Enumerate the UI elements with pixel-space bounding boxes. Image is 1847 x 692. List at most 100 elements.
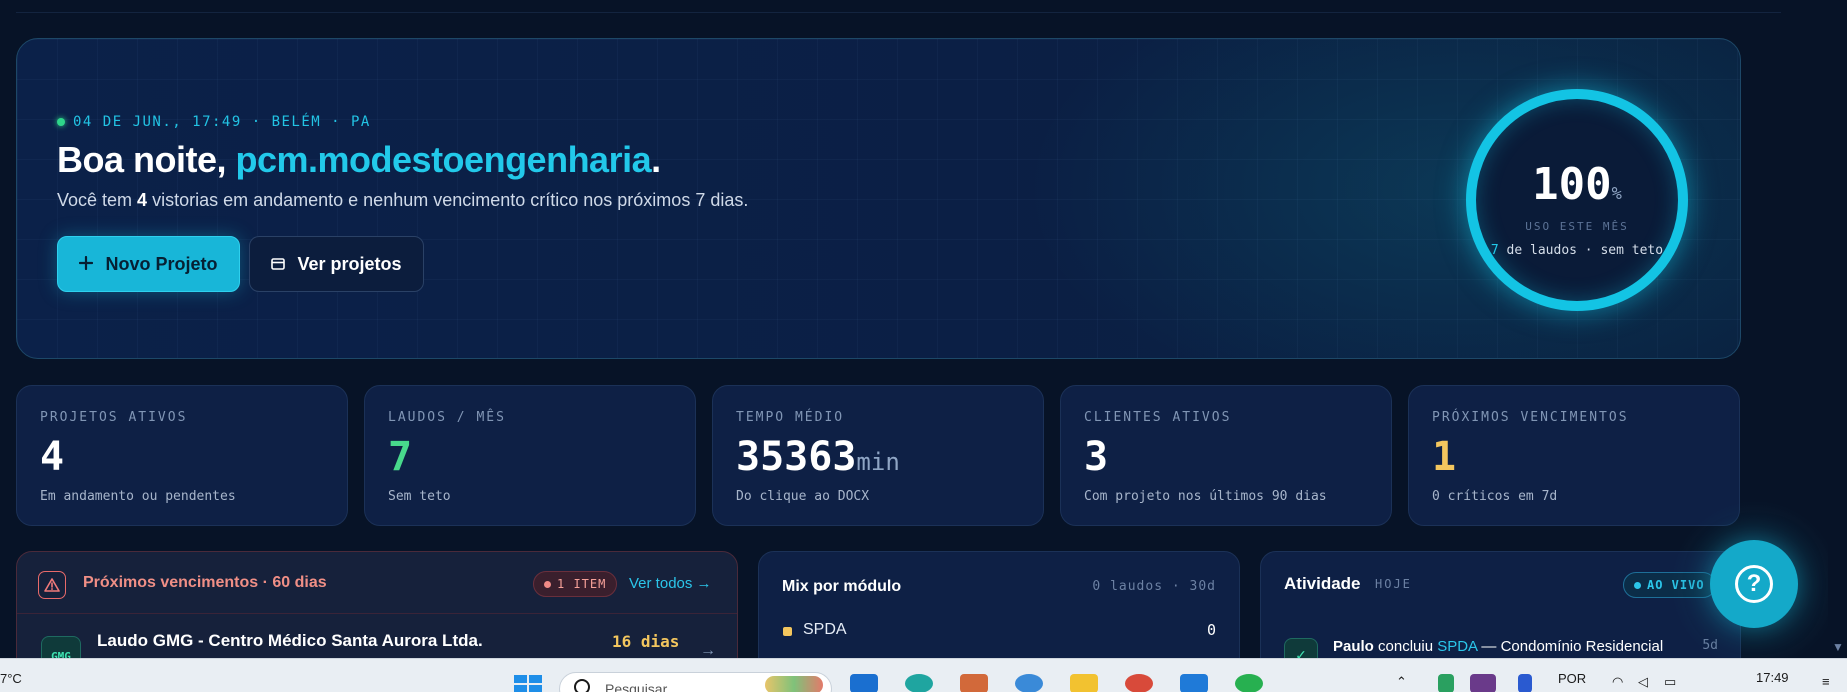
hero-datetime-location: 04 DE JUN., 17:49 · BELÉM · PA xyxy=(57,114,371,130)
windows-start-icon[interactable] xyxy=(514,675,542,692)
weather-temperature[interactable]: 7°C xyxy=(0,671,22,686)
usage-caption: USO ESTE MÊS xyxy=(1525,220,1629,233)
activity-entry[interactable]: Paulo concluiu SPDA — Condomínio Residen… xyxy=(1333,638,1663,655)
usage-detail: 7 de laudos · sem teto xyxy=(1476,243,1678,258)
stat-description: Em andamento ou pendentes xyxy=(40,489,236,504)
stat-number: 4 xyxy=(40,434,65,480)
stat-card-reports-month[interactable]: LAUDOS / MÊS 7 Sem teto xyxy=(364,385,696,526)
page-scrollbar[interactable] xyxy=(1828,0,1847,658)
activity-verb: concluiu xyxy=(1373,638,1438,655)
module-mix-meta: 0 laudos · 30d xyxy=(1092,579,1216,594)
tray-k-icon[interactable] xyxy=(1438,674,1454,692)
usage-detail-text: de laudos · sem teto xyxy=(1498,243,1664,258)
stat-label: TEMPO MÉDIO xyxy=(736,410,845,425)
stat-label: LAUDOS / MÊS xyxy=(388,410,506,425)
claude-icon[interactable] xyxy=(960,674,988,692)
top-divider xyxy=(16,12,1781,13)
badge-text: 1 ITEM xyxy=(557,577,607,591)
question-mark-icon: ? xyxy=(1735,565,1773,603)
expiration-item-title[interactable]: Laudo GMG - Centro Médico Santa Aurora L… xyxy=(97,631,483,651)
outlook-icon[interactable] xyxy=(850,674,878,692)
taskbar-clock[interactable]: 17:49 xyxy=(1756,670,1789,685)
help-button[interactable]: ? xyxy=(1710,540,1798,628)
notification-icon[interactable]: ≡ xyxy=(1822,674,1830,689)
view-projects-button[interactable]: Ver projetos xyxy=(249,236,424,292)
summary-pre: Você tem xyxy=(57,190,138,210)
expirations-header: Próximos vencimentos · 60 dias 1 ITEM Ve… xyxy=(17,552,737,614)
alert-dot-icon xyxy=(544,580,551,588)
greeting-title: Boa noite, pcm.modestoengenharia. xyxy=(57,139,661,181)
legend-square-icon xyxy=(783,627,792,636)
file-explorer-icon[interactable] xyxy=(1070,674,1098,692)
volume-icon[interactable]: ◁ xyxy=(1638,674,1648,690)
activity-module: SPDA xyxy=(1437,638,1478,655)
stat-value: 35363min xyxy=(736,434,900,480)
stat-card-active-clients[interactable]: CLIENTES ATIVOS 3 Com projeto nos último… xyxy=(1060,385,1392,526)
summary-post: vistorias em andamento e nenhum vencimen… xyxy=(147,190,749,210)
expirations-count-badge: 1 ITEM xyxy=(533,571,618,597)
usage-value: 100 xyxy=(1532,159,1612,210)
whatsapp-icon[interactable] xyxy=(1235,674,1263,692)
stat-label: PRÓXIMOS VENCIMENTOS xyxy=(1432,410,1629,425)
folder-icon xyxy=(271,254,286,275)
module-mix-item-label: SPDA xyxy=(803,621,847,638)
activity-title: Atividade xyxy=(1284,574,1361,593)
stat-description: Sem teto xyxy=(388,489,451,504)
vscode-icon[interactable] xyxy=(1180,674,1208,692)
stat-label: CLIENTES ATIVOS xyxy=(1084,410,1232,425)
taskbar-search[interactable]: Pesquisar xyxy=(559,672,832,692)
expirations-title: Próximos vencimentos · 60 dias xyxy=(83,574,327,591)
windows-taskbar: 7°C Pesquisar ⌃ POR ◠ ◁ ▭ 17:49 ≡ xyxy=(0,658,1847,692)
usage-percent: 100% xyxy=(1476,159,1678,210)
new-project-label: Novo Projeto xyxy=(105,253,218,274)
new-project-button[interactable]: Novo Projeto xyxy=(57,236,240,292)
stat-value: 7 xyxy=(388,434,412,480)
tray-chevron-up-icon[interactable]: ⌃ xyxy=(1396,674,1407,690)
stat-description: Do clique ao DOCX xyxy=(736,489,870,504)
stat-unit: min xyxy=(856,448,900,476)
stat-value: 4 xyxy=(40,434,64,480)
module-mix-item-count: 0 xyxy=(1206,621,1216,639)
greeting-period: . xyxy=(651,139,661,180)
battery-icon[interactable]: ▭ xyxy=(1664,674,1676,690)
summary-count: 4 xyxy=(137,190,148,210)
search-highlight-icon xyxy=(765,676,823,692)
wifi-icon[interactable]: ◠ xyxy=(1612,674,1623,690)
online-dot-icon xyxy=(57,118,65,126)
powershell-icon[interactable] xyxy=(1015,674,1043,692)
stat-card-upcoming-expirations[interactable]: PRÓXIMOS VENCIMENTOS 1 0 críticos em 7d xyxy=(1408,385,1740,526)
stat-card-active-projects[interactable]: PROJETOS ATIVOS 4 Em andamento ou penden… xyxy=(16,385,348,526)
greeting-username: pcm.modestoengenharia xyxy=(235,139,652,180)
activity-actor: Paulo xyxy=(1333,638,1374,655)
plus-icon xyxy=(79,254,94,275)
tray-bluetooth-icon[interactable] xyxy=(1518,674,1532,692)
usage-count: 7 xyxy=(1490,243,1499,258)
view-projects-label: Ver projetos xyxy=(297,253,402,274)
monthly-usage-ring: 100% USO ESTE MÊS 7 de laudos · sem teto xyxy=(1466,89,1688,311)
hero-meta-text: 04 DE JUN., 17:49 · BELÉM · PA xyxy=(73,114,371,130)
stat-description: 0 críticos em 7d xyxy=(1432,489,1558,504)
activity-target: — Condomínio Residencial xyxy=(1477,638,1664,655)
stat-description: Com projeto nos últimos 90 dias xyxy=(1084,489,1327,504)
welcome-hero: 04 DE JUN., 17:49 · BELÉM · PA Boa noite… xyxy=(16,38,1741,359)
stat-number: 7 xyxy=(388,434,413,480)
stat-card-average-time[interactable]: TEMPO MÉDIO 35363min Do clique ao DOCX xyxy=(712,385,1044,526)
stat-number: 1 xyxy=(1432,434,1457,480)
search-icon xyxy=(574,679,590,692)
edge-icon[interactable] xyxy=(905,674,933,692)
expiration-days-left: 16 dias xyxy=(612,632,680,651)
chrome-icon[interactable] xyxy=(1125,674,1153,692)
scroll-down-arrow-icon[interactable]: ▼ xyxy=(1832,640,1844,654)
tray-app-icon[interactable] xyxy=(1470,674,1496,692)
stat-number: 3 xyxy=(1084,434,1109,480)
search-placeholder: Pesquisar xyxy=(605,681,668,692)
usage-unit: % xyxy=(1611,184,1622,204)
stat-value: 1 xyxy=(1432,434,1456,480)
input-language[interactable]: POR xyxy=(1558,671,1586,686)
stat-label: PROJETOS ATIVOS xyxy=(40,410,188,425)
greeting-text: Boa noite, xyxy=(57,139,236,180)
warning-triangle-icon xyxy=(38,571,66,599)
stat-number: 35363 xyxy=(736,434,857,480)
live-dot-icon xyxy=(1634,581,1641,589)
see-all-link[interactable]: Ver todos → xyxy=(629,575,712,592)
